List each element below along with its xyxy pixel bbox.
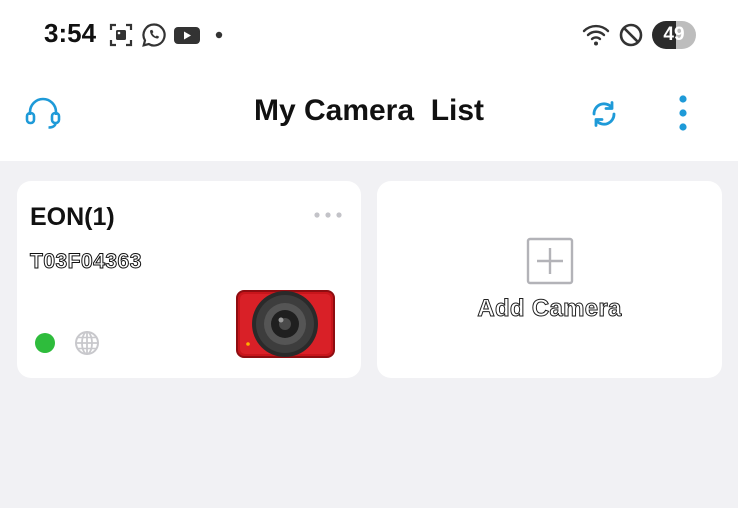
dot-icon xyxy=(213,22,239,48)
whatsapp-icon xyxy=(141,22,167,48)
globe-icon xyxy=(73,329,101,362)
app-bar: My Camera List xyxy=(0,70,738,160)
camera-card[interactable]: EON(1) T03F04363 xyxy=(17,181,361,378)
screenshot-icon xyxy=(108,22,134,48)
status-time: 3:54 xyxy=(44,18,97,48)
do-not-disturb-icon xyxy=(618,22,644,48)
camera-name: EON(1) xyxy=(30,203,115,231)
battery-level: 49 xyxy=(652,21,696,49)
camera-serial: T03F04363 xyxy=(30,250,142,274)
wifi-icon xyxy=(582,22,610,48)
plus-square-icon[interactable] xyxy=(526,237,574,290)
camera-thumbnail[interactable] xyxy=(236,289,336,364)
more-horizontal-icon[interactable] xyxy=(313,207,345,225)
status-bar: 3:54 49 xyxy=(0,0,738,70)
add-camera-label: Add Camera xyxy=(477,295,622,323)
add-camera-card[interactable]: Add Camera xyxy=(377,181,722,378)
header-area: 3:54 49 My Camera List xyxy=(0,0,738,161)
page-title: My Camera List xyxy=(253,94,485,127)
more-vertical-icon[interactable] xyxy=(670,94,696,139)
youtube-icon xyxy=(173,22,200,48)
refresh-icon[interactable] xyxy=(586,96,622,137)
online-status-indicator xyxy=(35,333,55,353)
